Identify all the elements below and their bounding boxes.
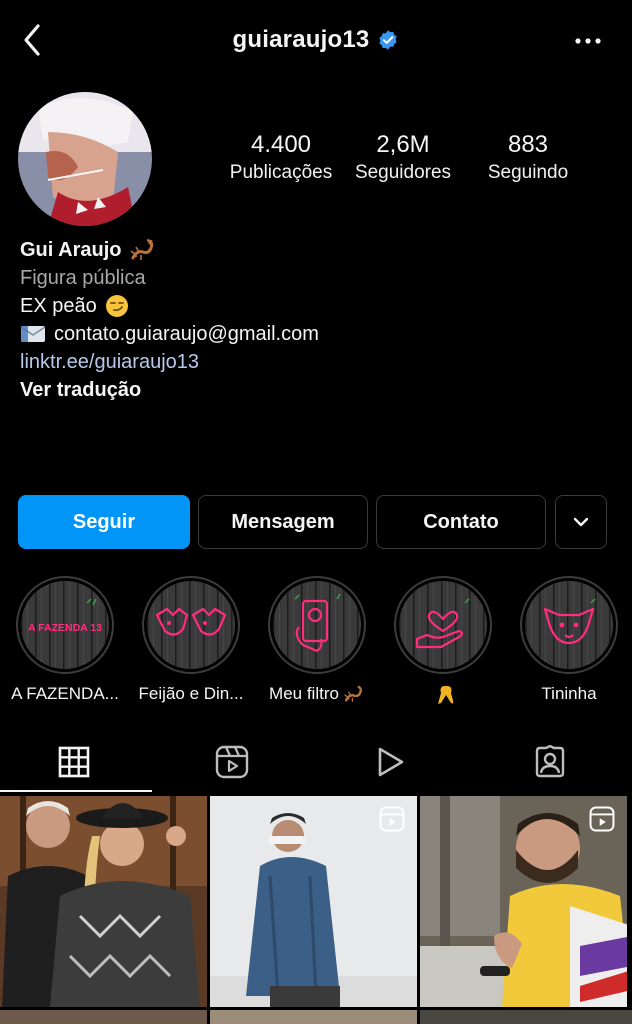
stat-following[interactable]: 883 Seguindo bbox=[476, 130, 580, 186]
highlight-label: Tininha bbox=[514, 684, 624, 704]
bio-link-line: linktr.ee/guiaraujo13 bbox=[20, 348, 620, 376]
highlight-ring bbox=[520, 576, 618, 674]
highlight-cover: A FAZENDA 13 bbox=[21, 581, 109, 669]
stat-followers[interactable]: 2,6M Seguidores bbox=[344, 130, 462, 186]
envelope-icon bbox=[20, 326, 46, 342]
yellow-ribbon-icon bbox=[438, 686, 453, 704]
profile-tabs bbox=[0, 732, 632, 792]
highlight-ring bbox=[394, 576, 492, 674]
highlight-label: Feijão e Din... bbox=[136, 684, 246, 704]
profile-bio: Gui Araujo Figura pública EX peão contat… bbox=[20, 236, 620, 404]
play-icon bbox=[378, 747, 404, 777]
scorpion-icon bbox=[344, 685, 362, 702]
highlight-ring bbox=[142, 576, 240, 674]
highlight-feijao[interactable]: Feijão e Din... bbox=[136, 576, 246, 704]
stat-posts-label: Publicações bbox=[229, 162, 333, 183]
tagged-icon bbox=[535, 745, 565, 778]
reels-icon bbox=[379, 806, 405, 832]
highlight-ring bbox=[268, 576, 366, 674]
tab-tagged[interactable] bbox=[530, 742, 570, 782]
highlight-label-text: Meu filtro bbox=[269, 684, 339, 703]
stat-following-label: Seguindo bbox=[487, 162, 569, 183]
bio-email[interactable]: contato.guiaraujo@gmail.com bbox=[54, 320, 319, 348]
highlight-label bbox=[388, 684, 498, 706]
reels-icon bbox=[215, 745, 249, 779]
tab-videos[interactable] bbox=[370, 742, 410, 782]
highlight-label: A FAZENDA... bbox=[10, 684, 120, 704]
post-thumbnail[interactable] bbox=[210, 1010, 417, 1024]
bio-name-line: Gui Araujo bbox=[20, 236, 620, 264]
smirk-emoji-icon bbox=[105, 295, 128, 317]
bio-email-line: contato.guiaraujo@gmail.com bbox=[20, 320, 620, 348]
bio-translate-line: Ver tradução bbox=[20, 376, 620, 404]
profile-avatar[interactable] bbox=[18, 92, 152, 226]
reels-icon bbox=[589, 806, 615, 832]
highlight-label-text: A FAZENDA... bbox=[11, 684, 119, 703]
grid-icon bbox=[58, 746, 90, 778]
post-thumbnail[interactable] bbox=[0, 796, 207, 1007]
stat-followers-value: 2,6M bbox=[376, 131, 430, 158]
heart-hand-neon-icon bbox=[399, 581, 487, 669]
post-thumbnail[interactable] bbox=[420, 1010, 632, 1024]
more-options-button[interactable] bbox=[570, 26, 606, 56]
tab-posts[interactable] bbox=[54, 742, 94, 782]
stat-posts[interactable]: 4.400 Publicações bbox=[220, 130, 342, 186]
highlight-ring: A FAZENDA 13 bbox=[16, 576, 114, 674]
bio-link[interactable]: linktr.ee/guiaraujo13 bbox=[20, 348, 199, 376]
follow-button[interactable]: Seguir bbox=[18, 495, 190, 549]
avatar-photo bbox=[18, 92, 152, 226]
contact-button[interactable]: Contato bbox=[376, 495, 546, 549]
top-bar: guiaraujo13 bbox=[0, 0, 632, 82]
scorpion-icon bbox=[131, 239, 154, 260]
highlight-cover bbox=[525, 581, 613, 669]
chevron-down-icon bbox=[573, 517, 589, 527]
highlight-tininha[interactable]: Tininha bbox=[514, 576, 624, 704]
stat-following-value: 883 bbox=[507, 131, 549, 158]
profile-category: Figura pública bbox=[20, 267, 146, 289]
display-name: Gui Araujo bbox=[20, 239, 122, 261]
profile-stats: 4.400 Publicações 2,6M Seguidores 883 Se… bbox=[220, 130, 590, 194]
highlight-label-text: Feijão e Din... bbox=[138, 684, 244, 703]
highlight-a-fazenda[interactable]: A FAZENDA 13 A FAZENDA... bbox=[10, 576, 120, 704]
stat-followers-label: Seguidores bbox=[354, 162, 452, 183]
post-photo bbox=[0, 796, 207, 1007]
verified-badge-icon bbox=[379, 30, 398, 50]
highlight-cover bbox=[399, 581, 487, 669]
active-tab-indicator bbox=[0, 790, 152, 792]
stat-posts-value: 4.400 bbox=[250, 131, 312, 158]
tab-reels[interactable] bbox=[212, 742, 252, 782]
highlight-label-text: Tininha bbox=[541, 684, 597, 703]
highlight-label: Meu filtro bbox=[262, 684, 372, 704]
dog-face-neon-icon bbox=[525, 581, 613, 669]
highlight-ribbon[interactable] bbox=[388, 576, 498, 706]
profile-username-header: guiaraujo13 bbox=[0, 26, 632, 54]
suggestions-dropdown-button[interactable] bbox=[555, 495, 607, 549]
more-horizontal-icon bbox=[575, 38, 601, 44]
phone-hand-neon-icon bbox=[273, 581, 361, 669]
bio-text-line: EX peão bbox=[20, 292, 620, 320]
dogs-neon-icon bbox=[147, 581, 235, 669]
post-thumbnail[interactable] bbox=[210, 796, 417, 1007]
see-translation-link[interactable]: Ver tradução bbox=[20, 376, 141, 404]
message-button[interactable]: Mensagem bbox=[198, 495, 368, 549]
highlight-meu-filtro[interactable]: Meu filtro bbox=[262, 576, 372, 704]
highlight-cover bbox=[147, 581, 235, 669]
highlight-cover bbox=[273, 581, 361, 669]
bio-text: EX peão bbox=[20, 295, 97, 317]
highlight-cover-text: A FAZENDA 13 bbox=[28, 622, 102, 634]
post-thumbnail[interactable] bbox=[420, 796, 627, 1007]
username: guiaraujo13 bbox=[232, 26, 370, 53]
post-thumbnail[interactable] bbox=[0, 1010, 207, 1024]
